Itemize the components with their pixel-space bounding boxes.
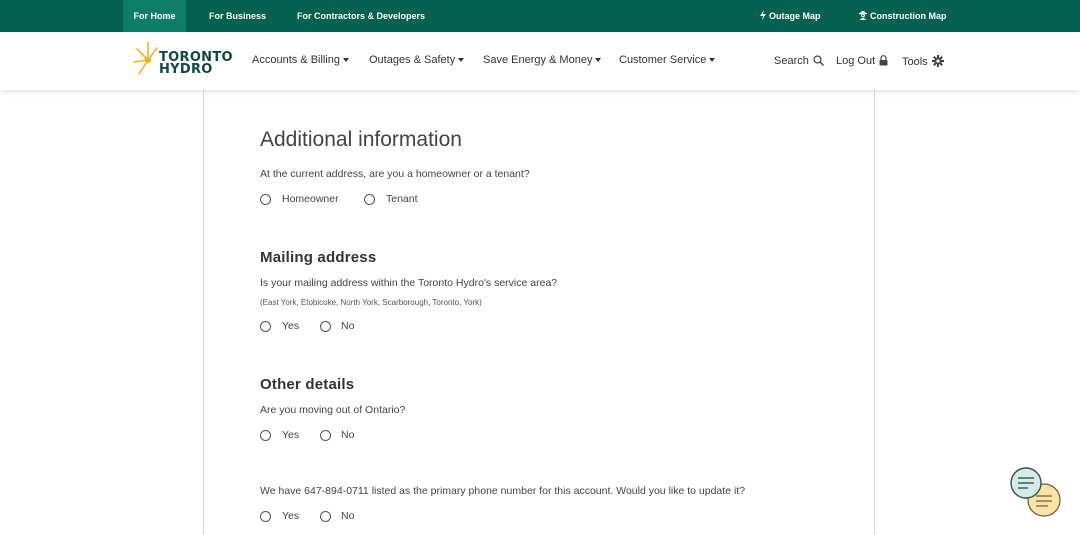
lock-icon <box>879 55 888 66</box>
tools-button[interactable]: Tools <box>902 55 944 68</box>
homeowner-radio[interactable] <box>260 194 271 205</box>
search-button[interactable]: Search <box>774 55 824 67</box>
outage-map-link[interactable]: Outage Map <box>759 0 821 32</box>
tools-label: Tools <box>902 56 928 68</box>
lightning-icon <box>760 10 766 20</box>
phone-no-radio[interactable] <box>320 511 331 522</box>
construction-map-label: Construction Map <box>870 11 947 21</box>
log-out-button[interactable]: Log Out <box>836 55 888 67</box>
nav-accounts-billing-label: Accounts & Billing <box>252 54 341 66</box>
search-label: Search <box>774 55 809 67</box>
construction-map-link[interactable]: Construction Map <box>858 0 947 32</box>
chevron-down-icon <box>595 58 602 62</box>
chat-bubbles-icon <box>1010 467 1061 517</box>
nav-save-energy-label: Save Energy & Money <box>483 54 593 66</box>
log-out-label: Log Out <box>836 55 876 67</box>
gear-icon <box>931 55 944 67</box>
outage-map-label: Outage Map <box>769 11 821 21</box>
mailing-question: Is your mailing address within the Toron… <box>260 277 558 289</box>
top-bar: For Home For Business For Contractors & … <box>0 0 1080 32</box>
tab-for-business-label: For Business <box>209 11 267 21</box>
construction-worker-icon <box>859 11 867 20</box>
chevron-down-icon <box>709 58 716 62</box>
nav-customer-service[interactable]: Customer Service <box>619 54 716 66</box>
content-right-border <box>874 90 875 535</box>
tab-for-home[interactable]: For Home <box>123 0 186 32</box>
tenant-label[interactable]: Tenant <box>386 193 418 205</box>
nav-save-energy[interactable]: Save Energy & Money <box>483 54 602 66</box>
logo-line-2: HYDRO <box>159 62 213 77</box>
tab-for-contractors-label: For Contractors & Developers <box>297 11 426 21</box>
moving-no-label[interactable]: No <box>341 429 354 441</box>
mailing-yes-label[interactable]: Yes <box>282 320 299 332</box>
tab-for-contractors[interactable]: For Contractors & Developers <box>297 0 425 32</box>
chevron-down-icon <box>343 58 350 62</box>
phone-no-label[interactable]: No <box>341 510 354 522</box>
moving-yes-label[interactable]: Yes <box>282 429 299 441</box>
main-header: TORONTO HYDRO Accounts & Billing Outages… <box>0 32 1080 90</box>
chat-widget-button[interactable] <box>1008 466 1064 520</box>
moving-no-radio[interactable] <box>320 430 331 441</box>
homeowner-label[interactable]: Homeowner <box>282 193 339 205</box>
nav-customer-service-label: Customer Service <box>619 54 707 66</box>
chevron-down-icon <box>458 58 465 62</box>
nav-outages-safety-label: Outages & Safety <box>369 54 456 66</box>
tenant-radio[interactable] <box>364 194 375 205</box>
tab-for-business[interactable]: For Business <box>209 0 266 32</box>
search-icon <box>813 55 824 66</box>
page-title: Additional information <box>260 128 462 151</box>
nav-outages-safety[interactable]: Outages & Safety <box>369 54 465 66</box>
mailing-yes-radio[interactable] <box>260 321 271 332</box>
service-area-hint: (East York, Etobicoke, North York, Scarb… <box>260 298 482 307</box>
phone-yes-radio[interactable] <box>260 511 271 522</box>
mailing-no-label[interactable]: No <box>341 320 354 332</box>
tab-for-home-label: For Home <box>133 11 176 21</box>
content-left-border <box>203 90 204 535</box>
phone-question: We have 647-894-0711 listed as the prima… <box>260 485 746 497</box>
mailing-no-radio[interactable] <box>320 321 331 332</box>
other-details-heading: Other details <box>260 376 355 393</box>
toronto-hydro-logo[interactable]: TORONTO HYDRO <box>133 40 233 80</box>
mailing-address-heading: Mailing address <box>260 249 377 266</box>
phone-yes-label[interactable]: Yes <box>282 510 299 522</box>
moving-yes-radio[interactable] <box>260 430 271 441</box>
nav-accounts-billing[interactable]: Accounts & Billing <box>252 54 350 66</box>
moving-question: Are you moving out of Ontario? <box>260 404 406 416</box>
ownership-question: At the current address, are you a homeow… <box>260 168 530 180</box>
